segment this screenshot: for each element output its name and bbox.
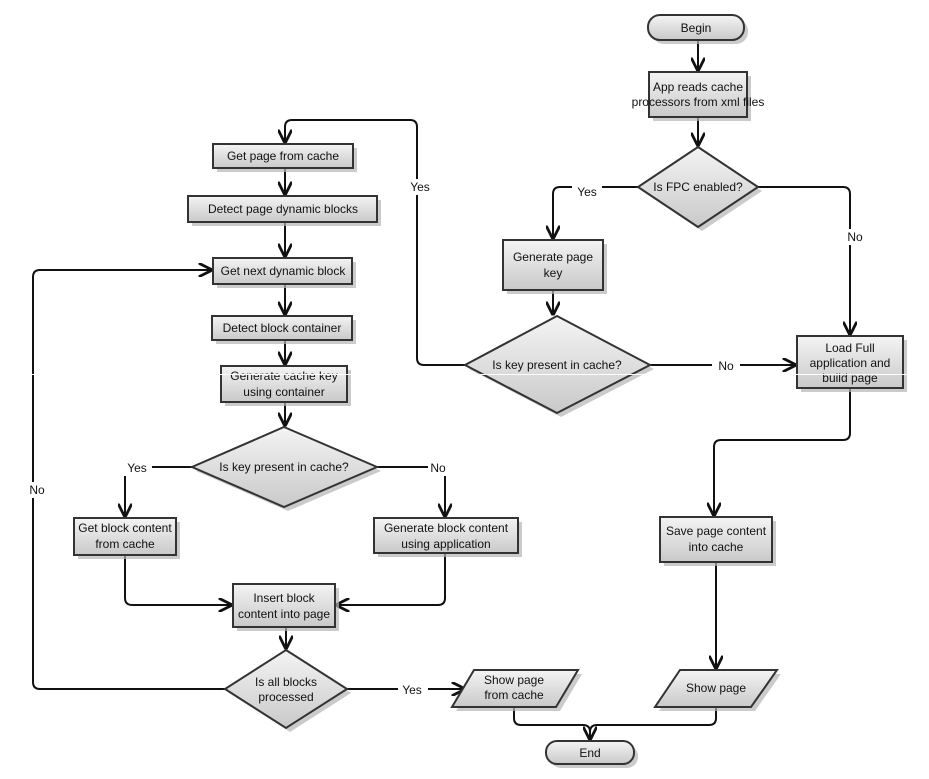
edge-labels: Yes No Yes No Yes No No Yes (26, 179, 863, 698)
label-pagekey-yes: Yes (410, 180, 430, 194)
edge-fpc-no (758, 186, 850, 334)
text-line: Detect block container (223, 321, 342, 335)
text-line: Show page (686, 681, 746, 695)
node-end-text: End (579, 746, 600, 760)
node-gen-block: Generate block content using application (373, 517, 522, 557)
text-line: App reads cache (653, 80, 743, 94)
text-line: Show page (484, 673, 544, 687)
text-line: Is all blocks (255, 675, 317, 689)
text-line: processors from xml files (632, 95, 765, 109)
node-key-present-block: Is key present in cache? (189, 425, 381, 511)
edge-allblocks-no (32, 270, 225, 690)
text-line: Is FPC enabled? (653, 180, 743, 194)
text-line: from cache (484, 688, 544, 702)
node-gen-page-key: Generate page key (502, 239, 607, 294)
text-line: Get page from cache (227, 149, 339, 163)
text-line: using container (243, 385, 324, 399)
edges (32, 40, 851, 739)
node-insert-block: Insert block content into page (232, 583, 339, 631)
text-line: Is key present in cache? (219, 460, 349, 474)
text-line: key (544, 266, 563, 280)
text-line: Detect page dynamic blocks (208, 202, 358, 216)
node-key-present-page: Is key present in cache? (462, 314, 654, 417)
node-detect-dynamic: Detect page dynamic blocks (187, 195, 381, 226)
edge-loadfull-save (714, 388, 851, 515)
node-show-page: Show page (653, 669, 781, 711)
text-line: content into page (238, 607, 330, 621)
edge-genblock-insert (337, 553, 446, 605)
text-line: processed (258, 690, 313, 704)
text-line: Load Full (825, 341, 874, 355)
node-begin-text: Begin (681, 21, 712, 35)
text-line: Generate block content (384, 521, 509, 535)
node-load-full: Load Full application and build page (796, 335, 907, 392)
node-gen-cache-key: Generate cache key using container (220, 365, 351, 406)
edge-getblock-insert (124, 555, 231, 605)
node-app-reads: App reads cache processors from xml file… (632, 71, 765, 121)
node-all-blocks: Is all blocks processed (223, 648, 351, 732)
flowchart: Yes No Yes No Yes No No Yes Begin App re… (0, 14, 929, 768)
text-line: Save page content (666, 524, 767, 538)
label-fpc-yes: Yes (577, 185, 597, 199)
label-fpc-no: No (847, 230, 863, 244)
node-end: End (545, 740, 638, 768)
label-allblocks-no: No (29, 483, 45, 497)
text-line: into cache (689, 540, 744, 554)
text-line: using application (401, 537, 490, 551)
text-line: Generate cache key (230, 369, 337, 383)
node-save-page: Save page content into cache (659, 516, 776, 566)
edge-showcache-end (513, 707, 590, 739)
label-pagekey-no: No (718, 359, 734, 373)
label-allblocks-yes: Yes (402, 683, 422, 697)
text-line: Get next dynamic block (221, 264, 347, 278)
label-blockkey-no: No (430, 461, 446, 475)
text-line: application and (810, 356, 891, 370)
node-fpc-enabled: Is FPC enabled? (636, 145, 762, 231)
node-begin: Begin (647, 14, 748, 44)
text-line: Is key present in cache? (492, 358, 622, 372)
text-line: Insert block (253, 591, 315, 605)
scan-artifact-line (0, 374, 929, 375)
node-show-from-cache: Show page from cache (450, 669, 582, 711)
label-blockkey-yes: Yes (127, 461, 147, 475)
node-get-next: Get next dynamic block (212, 257, 356, 288)
text-line: Get block content (78, 521, 172, 535)
node-detect-container: Detect block container (211, 315, 356, 344)
text-line: Generate page (513, 250, 593, 264)
node-get-block: Get block content from cache (73, 517, 180, 559)
text-line: from cache (95, 537, 155, 551)
node-get-page: Get page from cache (212, 143, 357, 172)
text-line: build page (822, 371, 878, 385)
